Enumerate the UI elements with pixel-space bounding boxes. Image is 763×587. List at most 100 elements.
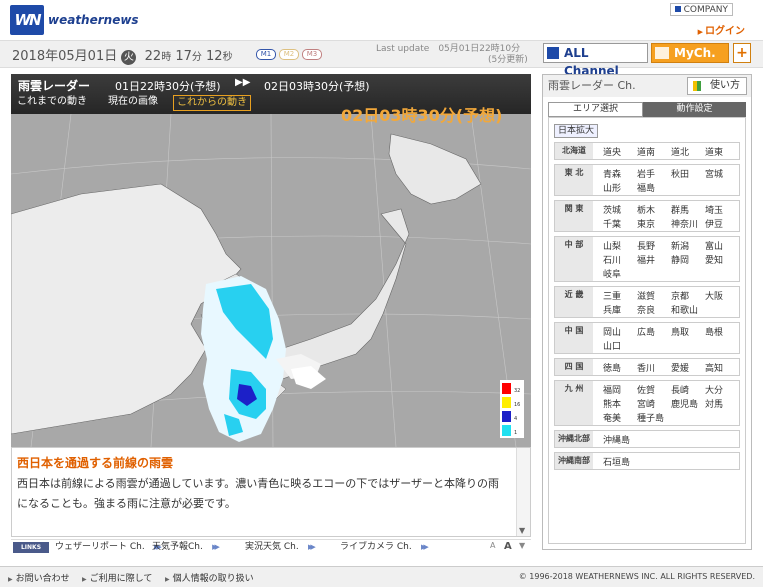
prefecture-link[interactable]: 奈良 <box>637 303 655 316</box>
region-label[interactable]: 近 畿 <box>555 287 593 317</box>
japan-zoom-button[interactable]: 日本拡大 <box>554 124 599 138</box>
link-observation[interactable]: 実況天気 Ch. <box>245 541 312 554</box>
prefecture-link[interactable]: 秋田 <box>671 167 689 180</box>
region-label[interactable]: 北海道 <box>555 143 593 159</box>
prefecture-link[interactable]: 佐賀 <box>637 383 655 396</box>
mych-button[interactable]: MyCh. <box>651 43 729 63</box>
mode-m2-button[interactable]: M2 <box>279 49 299 60</box>
prefecture-link[interactable]: 奄美 <box>603 411 621 424</box>
region-label[interactable]: 九 州 <box>555 381 593 425</box>
prefecture-link[interactable]: 種子島 <box>637 411 664 424</box>
hour: 22 <box>144 49 162 64</box>
prefecture-link[interactable]: 熊本 <box>603 397 621 410</box>
prefecture-link[interactable]: 宮崎 <box>637 397 655 410</box>
prefecture-link[interactable]: 長野 <box>637 239 655 252</box>
prefecture-link[interactable]: 石川 <box>603 253 621 266</box>
prefecture-link[interactable]: 茨城 <box>603 203 621 216</box>
tab-current-image[interactable]: 現在の画像 <box>105 95 161 111</box>
radar-map[interactable] <box>11 114 531 447</box>
prefecture-link[interactable]: 石垣島 <box>603 455 630 468</box>
add-channel-button[interactable]: + <box>733 43 751 63</box>
prefecture-link[interactable]: 伊豆 <box>705 217 723 230</box>
prefecture-link[interactable]: 福島 <box>637 181 655 194</box>
prefecture-link[interactable]: 鳥取 <box>671 325 689 338</box>
prefecture-link[interactable]: 山形 <box>603 181 621 194</box>
privacy-link[interactable]: 個人情報の取り扱い <box>165 571 254 584</box>
prefecture-link[interactable]: 道北 <box>671 145 689 158</box>
prefecture-link[interactable]: 富山 <box>705 239 723 252</box>
prefecture-link[interactable]: 静岡 <box>671 253 689 266</box>
prefecture-link[interactable]: 兵庫 <box>603 303 621 316</box>
prefecture-link[interactable]: 宮城 <box>705 167 723 180</box>
scroll-down-icon[interactable]: ▼ <box>519 526 525 535</box>
link-forecast[interactable]: 天気予報Ch. <box>152 541 217 554</box>
prefecture-link[interactable]: 鹿児島 <box>671 397 698 410</box>
mode-m3-button[interactable]: M3 <box>302 49 322 60</box>
prefecture-link[interactable]: 岡山 <box>603 325 621 338</box>
prefecture-link[interactable]: 大阪 <box>705 289 723 302</box>
all-channel-button[interactable]: ALL Channel <box>543 43 648 78</box>
tab-past-motion[interactable]: これまでの動き <box>14 95 90 111</box>
tab-future-motion[interactable]: これからの動き <box>173 95 251 111</box>
prefecture-link[interactable]: 沖縄島 <box>603 433 630 446</box>
month-unit: 月 <box>74 49 88 64</box>
prefecture-link[interactable]: 香川 <box>637 361 655 374</box>
font-small-button[interactable]: A <box>490 541 495 550</box>
mode-m1-button[interactable]: M1 <box>256 49 276 60</box>
region-label[interactable]: 沖縄北部 <box>555 431 593 447</box>
wn-logo[interactable]: WN <box>10 5 44 35</box>
link-weather-report[interactable]: ウェザーリポート Ch. <box>55 541 158 554</box>
prefecture-link[interactable]: 神奈川 <box>671 217 698 230</box>
prefecture-link[interactable]: 岩手 <box>637 167 655 180</box>
prefecture-link[interactable]: 青森 <box>603 167 621 180</box>
description-scrollbar[interactable]: ▼ <box>516 448 530 536</box>
prefecture-link[interactable]: 徳島 <box>603 361 621 374</box>
radar-from-time: 01日22時30分(予想) <box>115 80 221 93</box>
prefecture-link[interactable]: 山口 <box>603 339 621 352</box>
prefecture-link[interactable]: 大分 <box>705 383 723 396</box>
prefecture-link[interactable]: 対馬 <box>705 397 723 410</box>
date-bar: 2018年05月01日 火 22時 17分 12秒 M1 M2 M3 Last … <box>0 40 763 68</box>
font-large-button[interactable]: A <box>504 541 512 552</box>
region-label[interactable]: 四 国 <box>555 359 593 375</box>
prefecture-link[interactable]: 愛知 <box>705 253 723 266</box>
prefecture-link[interactable]: 山梨 <box>603 239 621 252</box>
link-live-camera[interactable]: ライブカメラ Ch. <box>340 541 425 554</box>
region-label[interactable]: 中 部 <box>555 237 593 281</box>
prefecture-link[interactable]: 道南 <box>637 145 655 158</box>
prefecture-link[interactable]: 長崎 <box>671 383 689 396</box>
login-link[interactable]: ログイン <box>698 22 745 37</box>
prefecture-link[interactable]: 高知 <box>705 361 723 374</box>
region-label[interactable]: 関 東 <box>555 201 593 231</box>
prefecture-link[interactable]: 岐阜 <box>603 267 621 280</box>
company-link[interactable]: COMPANY <box>669 3 733 16</box>
prefecture-link[interactable]: 滋賀 <box>637 289 655 302</box>
prefecture-link[interactable]: 新潟 <box>671 239 689 252</box>
prefecture-link[interactable]: 埼玉 <box>705 203 723 216</box>
tab-area-select[interactable]: エリア選択 <box>548 102 643 117</box>
prefecture-link[interactable]: 千葉 <box>603 217 621 230</box>
prefecture-link[interactable]: 福井 <box>637 253 655 266</box>
links-scroll-icon[interactable]: ▼ <box>519 541 525 550</box>
prefecture-link[interactable]: 群馬 <box>671 203 689 216</box>
tab-motion-settings[interactable]: 動作設定 <box>643 102 746 117</box>
prefecture-link[interactable]: 和歌山 <box>671 303 698 316</box>
brand-name[interactable]: weathernews <box>48 13 139 27</box>
prefecture-link[interactable]: 愛媛 <box>671 361 689 374</box>
prefecture-link[interactable]: 福岡 <box>603 383 621 396</box>
terms-link[interactable]: ご利用に際して <box>82 571 153 584</box>
prefecture-link[interactable]: 京都 <box>671 289 689 302</box>
region-label[interactable]: 東 北 <box>555 165 593 195</box>
usage-button[interactable]: 使い方 <box>687 77 747 95</box>
prefecture-link[interactable]: 島根 <box>705 325 723 338</box>
prefecture-link[interactable]: 東京 <box>637 217 655 230</box>
inquiry-link[interactable]: お問い合わせ <box>8 571 70 584</box>
region-label[interactable]: 中 国 <box>555 323 593 353</box>
prefecture-link[interactable]: 栃木 <box>637 203 655 216</box>
prefecture-link[interactable]: 道東 <box>705 145 723 158</box>
prefecture-link[interactable]: 三重 <box>603 289 621 302</box>
month: 05 <box>58 49 75 64</box>
prefecture-link[interactable]: 道央 <box>603 145 621 158</box>
region-label[interactable]: 沖縄南部 <box>555 453 593 469</box>
prefecture-link[interactable]: 広島 <box>637 325 655 338</box>
